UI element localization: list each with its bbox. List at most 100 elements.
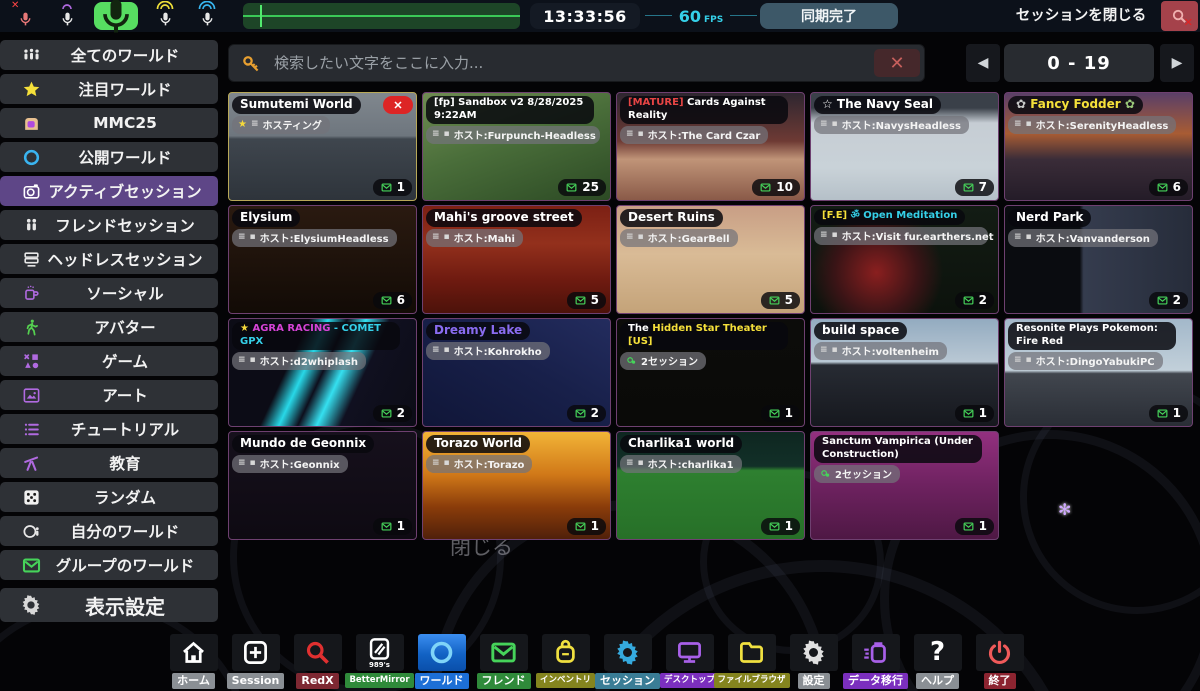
dock-item-7[interactable]: セッション (595, 633, 660, 689)
page-prev-button[interactable]: ◀ (966, 44, 1000, 82)
dock-label: デスクトップ (659, 672, 719, 688)
envelope-icon (760, 182, 771, 192)
dock-item-2[interactable]: RedX (287, 633, 348, 689)
card-head: Torazo World ≡ ▪ ホスト:Torazo (423, 432, 610, 473)
user-count: 2 (590, 406, 599, 420)
close-session-button[interactable]: セッションを閉じる (1005, 0, 1157, 32)
search-input[interactable] (272, 53, 874, 73)
world-card[interactable]: Resonite Plays Pokemon: Fire Red ≡ ▪ ホスト:Di… (1004, 318, 1193, 427)
host-list-icon: ≡ (432, 232, 440, 242)
mic-range-medium[interactable] (150, 1, 180, 30)
dock-tile (293, 633, 342, 671)
world-card[interactable]: ☆ The Navy Seal ≡ ▪ ホスト:NavysHeadless 7 (810, 92, 999, 201)
gear-icon (617, 640, 638, 665)
sidebar-item-7[interactable]: ソーシャル (0, 278, 218, 308)
world-card[interactable]: [MATURE] Cards Against Reality ≡ ▪ ホスト:The … (616, 92, 805, 201)
world-card[interactable]: Torazo World ≡ ▪ ホスト:Torazo 1 (422, 431, 611, 540)
mic-range-wide[interactable] (192, 1, 222, 30)
dock-item-9[interactable]: ファイルブラウザ (713, 633, 790, 689)
world-card[interactable]: Mundo de Geonnix ≡ ▪ ホスト:Geonnix 1 (228, 431, 417, 540)
sidebar-item-9[interactable]: ゲーム (0, 346, 218, 376)
envelope-icon (575, 408, 586, 418)
sidebar-item-14[interactable]: 自分のワールド (0, 516, 218, 546)
dock-item-1[interactable]: Session (225, 633, 286, 689)
card-host-pill: ≡ ▪ ホスト:Geonnix (232, 455, 348, 473)
mug-icon-wrap (20, 282, 42, 304)
card-host-pill: ≡ ▪ ホスト:Visit fur.earthers.net (814, 226, 994, 245)
dock-item-12[interactable]: ? ヘルプ (907, 633, 968, 689)
sidebar-item-16[interactable]: 表示設定 (0, 588, 218, 622)
world-card[interactable]: ★ AGRA RACING - COMET GPX ≡ ▪ ホスト:d2whiplas… (228, 318, 417, 427)
card-title-row: ☆ The Navy Seal (814, 96, 995, 114)
card-close-button[interactable]: ✕ (383, 96, 413, 114)
world-card[interactable]: The Hidden Star Theater [US] 2セッション 1 (616, 318, 805, 427)
sidebar-item-0[interactable]: 全てのワールド (0, 40, 218, 70)
session-link-icon (821, 470, 830, 477)
sidebar-item-8[interactable]: アバター (0, 312, 218, 342)
world-card[interactable]: ✿ Fancy Fodder ✿ ≡ ▪ ホスト:SerenityHeadless 6 (1004, 92, 1193, 201)
card-title-row: Sumutemi World ✕ (232, 96, 413, 114)
world-card[interactable]: Nerd Park ≡ ▪ ホスト:Vanvanderson 2 (1004, 205, 1193, 314)
question-icon: ? (929, 637, 946, 668)
host-user-icon: ▪ (637, 458, 644, 468)
user-count-badge: 2 (954, 292, 994, 309)
envelope-icon (769, 408, 780, 418)
sidebar-item-12[interactable]: 教育 (0, 448, 218, 478)
dock-item-8[interactable]: デスクトップ (659, 633, 720, 689)
world-card[interactable]: build space ≡ ▪ ホスト:voltenheim 1 (810, 318, 999, 427)
page-next-button[interactable]: ▶ (1160, 44, 1194, 82)
world-card[interactable]: [fp] Sandbox v2 8/28/2025 9:22AM ≡ ▪ ホスト:Fu… (422, 92, 611, 201)
user-count-badge: 1 (760, 405, 800, 422)
sidebar-item-5[interactable]: フレンドセッション (0, 210, 218, 240)
host-list-icon: ≡ (820, 119, 828, 129)
world-card[interactable]: Charlika1 world ≡ ▪ ホスト:charlika1 1 (616, 431, 805, 540)
world-card[interactable]: Desert Ruins ≡ ▪ ホスト:GearBell 5 (616, 205, 805, 314)
sidebar-item-2[interactable]: MMC25 (0, 108, 218, 138)
sidebar-item-13[interactable]: ランダム (0, 482, 218, 512)
world-card[interactable]: [F.E] ॐ Open Meditation ≡ ▪ ホスト:Visit fur.e… (810, 205, 999, 314)
dock-item-10[interactable]: 設定 (783, 633, 844, 689)
world-card[interactable]: Sumutemi World ✕ ★ ≡ ホスティング 1 (228, 92, 417, 201)
host-list-icon: ≡ (626, 458, 634, 468)
dock-item-3[interactable]: 989's BetterMirror (345, 633, 414, 689)
host-list-icon: ≡ (238, 232, 246, 242)
dock-item-0[interactable]: ホーム (163, 633, 224, 689)
world-card[interactable]: Sanctum Vampirica (Under Construction) 2セ… (810, 431, 999, 540)
card-title-part: Fancy Fodder (1030, 97, 1121, 111)
dock-label: Session (226, 672, 285, 689)
sidebar-item-15[interactable]: グループのワールド (0, 550, 218, 580)
world-card[interactable]: Mahi's groove street ≡ ▪ ホスト:Mahi 5 (422, 205, 611, 314)
session-link-icon (627, 357, 636, 364)
mic-muted[interactable]: ✕ (10, 0, 40, 30)
host-list-icon: ≡ (432, 458, 440, 468)
world-card[interactable]: Dreamy Lake ≡ ▪ ホスト:Kohrokho 2 (422, 318, 611, 427)
dock-tile (169, 633, 218, 671)
sidebar-item-10[interactable]: アート (0, 380, 218, 410)
world-card[interactable]: Elysium ≡ ▪ ホスト:ElysiumHeadless 6 (228, 205, 417, 314)
search-clear-button[interactable]: ✕ (874, 49, 920, 77)
sidebar-item-1[interactable]: 注目ワールド (0, 74, 218, 104)
dock-item-13[interactable]: 終了 (969, 633, 1030, 689)
end-session-icon-button[interactable]: ✕ (1161, 1, 1198, 31)
search-bar[interactable]: ✕ (228, 44, 925, 82)
sidebar-item-3[interactable]: 公開ワールド (0, 142, 218, 172)
card-title-part: AGRA RACING (252, 323, 334, 334)
sidebar-item-6[interactable]: ヘッドレスセッション (0, 244, 218, 274)
host-list-icon: ≡ (820, 229, 828, 240)
dock-tile: ? (913, 633, 962, 671)
dock-label: ワールド (414, 672, 469, 689)
sidebar-item-11[interactable]: チュートリアル (0, 414, 218, 444)
sidebar-item-4[interactable]: アクティブセッション (0, 176, 218, 206)
page-range: 0 - 19 (1004, 44, 1154, 82)
mic-normal[interactable] (52, 2, 82, 30)
dock-item-11[interactable]: データ移行 (843, 633, 908, 689)
user-count: 2 (396, 406, 405, 420)
people3-icon (23, 48, 39, 59)
dock-item-4[interactable]: ワールド (411, 633, 472, 689)
mic-active[interactable] (94, 0, 138, 33)
dock-item-5[interactable]: フレンド (473, 633, 534, 689)
card-title: Mahi's groove street (426, 209, 582, 227)
dock-item-6[interactable]: インベントリ (535, 633, 596, 689)
user-count-badge: 6 (1148, 179, 1188, 196)
sync-status-button[interactable]: 同期完了 (760, 3, 898, 29)
